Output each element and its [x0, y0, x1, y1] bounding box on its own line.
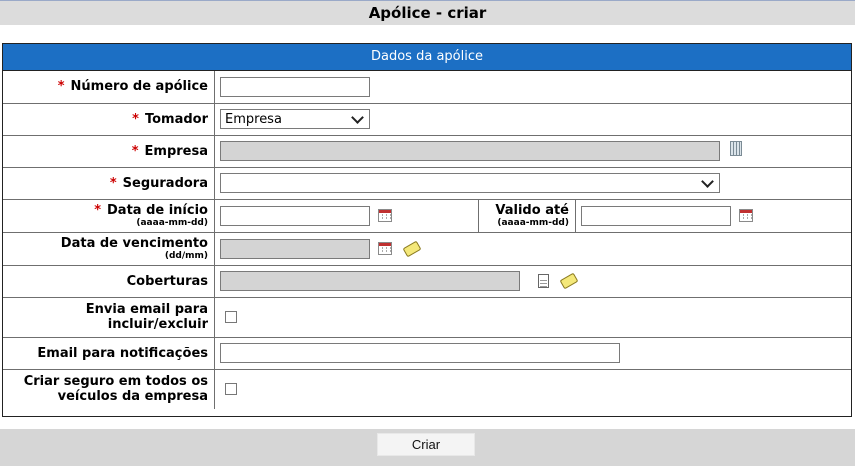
- criar-button[interactable]: Criar: [377, 433, 475, 456]
- numero-apolice-label: Número de apólice: [70, 79, 208, 95]
- chevron-down-icon: [351, 110, 364, 124]
- company-lookup-icon[interactable]: [730, 140, 743, 156]
- calendar-icon[interactable]: [739, 209, 754, 222]
- label-cell: * Tomador: [3, 102, 215, 136]
- value-cell: [214, 336, 851, 370]
- footer-bar: Criar: [0, 429, 855, 466]
- eraser-icon[interactable]: [402, 240, 422, 257]
- criar-seguro-label-line1: Criar seguro em todos os: [23, 374, 208, 390]
- value-cell: [214, 264, 851, 298]
- form-table: * Número de apólice * Tomador Empresa * Emp…: [3, 71, 851, 409]
- row-email-notificacoes: Email para notificações: [3, 336, 851, 370]
- label-cell: * Empresa: [3, 134, 215, 168]
- eraser-icon[interactable]: [559, 272, 579, 290]
- row-data-vencimento: Data de vencimento (dd/mm): [3, 231, 851, 266]
- required-marker: *: [132, 111, 139, 127]
- value-cell: [214, 166, 851, 200]
- required-marker: *: [57, 79, 65, 95]
- label-cell: Valido até (aaaa-mm-dd): [478, 198, 576, 233]
- required-marker: *: [131, 143, 139, 159]
- envia-email-label-line2: incluir/excluir: [107, 317, 208, 332]
- policy-form: Dados da apólice * Número de apólice * Tom…: [2, 43, 852, 417]
- envia-email-label-line1: Envia email para: [85, 302, 208, 317]
- value-cell: [214, 134, 851, 168]
- required-marker: *: [109, 175, 117, 191]
- data-vencimento-label: Data de vencimento: [60, 236, 208, 251]
- empresa-label: Empresa: [144, 143, 208, 159]
- calendar-icon[interactable]: [378, 242, 393, 255]
- valido-ate-label: Valido até: [495, 203, 569, 218]
- tomador-select[interactable]: Empresa: [220, 109, 370, 129]
- value-cell: [214, 296, 851, 338]
- empresa-input: [220, 141, 720, 161]
- data-inicio-label: Data de início: [107, 203, 208, 218]
- value-cell: Empresa: [214, 102, 851, 136]
- value-cell: [575, 198, 851, 233]
- seguradora-select[interactable]: [220, 173, 720, 193]
- label-cell: * Data de início (aaaa-mm-dd): [3, 198, 215, 233]
- value-cell: [214, 231, 851, 266]
- row-numero-apolice: * Número de apólice: [3, 71, 851, 104]
- data-vencimento-input: [220, 238, 370, 259]
- row-criar-seguro: Criar seguro em todos os veículos da emp…: [3, 368, 851, 409]
- criar-seguro-label-line2: veículos da empresa: [57, 389, 208, 405]
- criar-seguro-checkbox[interactable]: [225, 383, 237, 396]
- row-coberturas: Coberturas: [3, 264, 851, 298]
- row-envia-email: Envia email para incluir/excluir: [3, 296, 851, 338]
- label-cell: * Número de apólice: [3, 71, 215, 104]
- label-cell: Coberturas: [3, 264, 215, 298]
- label-cell: * Seguradora: [3, 166, 215, 200]
- row-empresa: * Empresa: [3, 134, 851, 168]
- value-cell: [214, 198, 479, 233]
- data-inicio-format: (aaaa-mm-dd): [136, 218, 208, 228]
- tomador-label: Tomador: [144, 111, 208, 127]
- valido-ate-input[interactable]: [581, 205, 731, 226]
- envia-email-checkbox[interactable]: [225, 311, 237, 323]
- label-cell: Data de vencimento (dd/mm): [3, 231, 215, 266]
- chevron-down-icon: [701, 174, 714, 188]
- coberturas-input: [220, 271, 520, 291]
- label-cell: Criar seguro em todos os veículos da emp…: [3, 368, 215, 409]
- document-icon[interactable]: [538, 274, 550, 288]
- tomador-selected-value: Empresa: [225, 111, 282, 127]
- value-cell: [214, 71, 851, 104]
- email-notificacoes-input[interactable]: [220, 343, 620, 363]
- title-bar: Apólice - criar: [0, 0, 855, 25]
- value-cell: [214, 368, 851, 409]
- numero-apolice-input[interactable]: [220, 76, 370, 97]
- email-notificacoes-label: Email para notificações: [37, 345, 208, 361]
- required-marker: *: [94, 203, 101, 218]
- page-title: Apólice - criar: [368, 4, 487, 22]
- calendar-icon[interactable]: [378, 209, 393, 222]
- row-seguradora: * Seguradora: [3, 166, 851, 200]
- coberturas-label: Coberturas: [126, 273, 208, 289]
- row-tomador: * Tomador Empresa: [3, 102, 851, 136]
- valido-ate-format: (aaaa-mm-dd): [497, 218, 569, 228]
- data-inicio-input[interactable]: [220, 205, 370, 226]
- section-header: Dados da apólice: [3, 44, 851, 71]
- data-vencimento-format: (dd/mm): [164, 251, 208, 261]
- label-cell: Envia email para incluir/excluir: [3, 296, 215, 338]
- label-cell: Email para notificações: [3, 336, 215, 370]
- seguradora-label: Seguradora: [122, 175, 208, 191]
- row-datas: * Data de início (aaaa-mm-dd) Valido até …: [3, 198, 851, 233]
